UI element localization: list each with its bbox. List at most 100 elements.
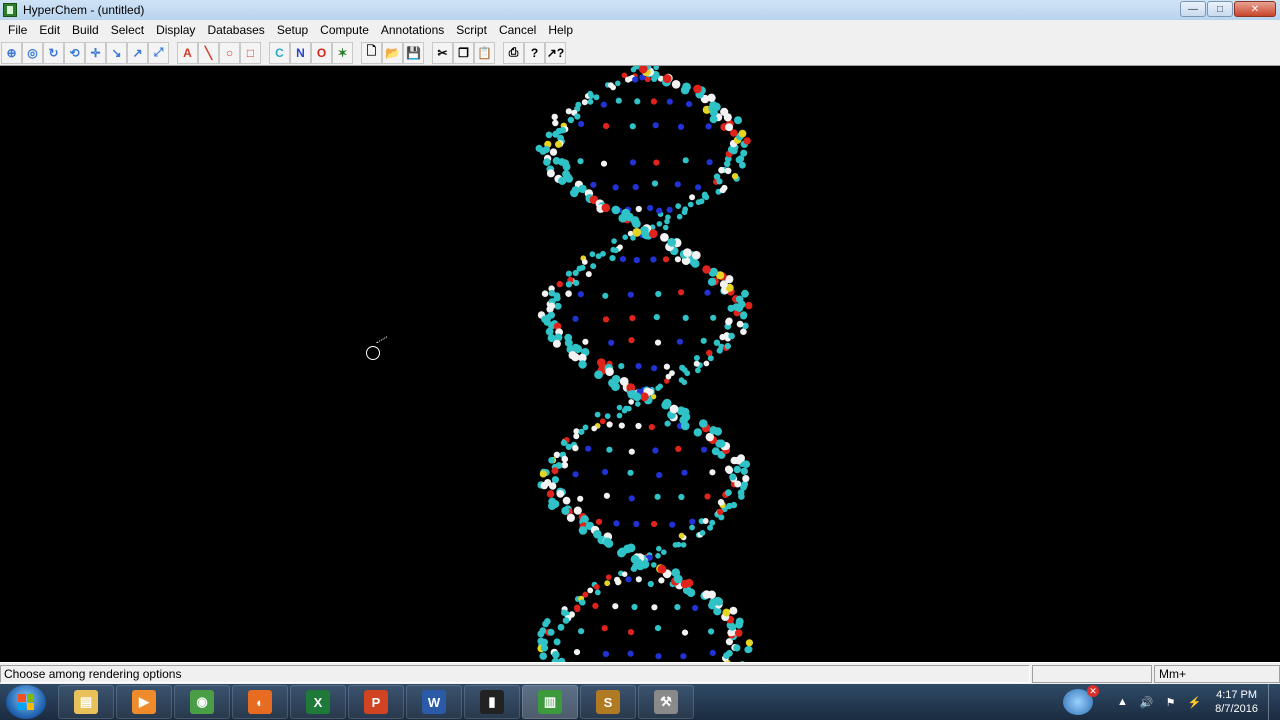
rotate-z-icon[interactable]: ⟲	[64, 41, 85, 64]
text-annotation-icon[interactable]: A	[177, 41, 198, 64]
menu-help[interactable]: Help	[542, 20, 579, 40]
atom	[635, 205, 642, 213]
atom	[627, 650, 634, 657]
atom	[728, 332, 735, 340]
menu-databases[interactable]: Databases	[201, 20, 270, 40]
cut-icon[interactable]: ✂	[432, 41, 453, 64]
print-icon[interactable]: ⎙	[503, 41, 524, 64]
close-button[interactable]: ✕	[1234, 1, 1276, 17]
new-file-icon[interactable]: 🗋	[361, 41, 382, 64]
atom	[588, 92, 594, 98]
translate-z-icon[interactable]: ↘	[106, 41, 127, 64]
taskbar-app-button[interactable]: X	[290, 685, 346, 719]
atom	[680, 542, 687, 548]
taskbar-app-button[interactable]: S	[580, 685, 636, 719]
atom	[698, 198, 705, 205]
atom	[653, 314, 660, 321]
atom	[724, 342, 731, 350]
paste-icon[interactable]: 📋	[474, 41, 495, 64]
atom	[617, 548, 626, 558]
menu-select[interactable]: Select	[105, 20, 150, 40]
rotate-xy-icon[interactable]: ↻	[43, 41, 64, 64]
atom	[601, 203, 611, 213]
show-desktop-button[interactable]	[1268, 684, 1280, 720]
menu-cancel[interactable]: Cancel	[493, 20, 542, 40]
open-file-icon[interactable]: 📂	[382, 41, 403, 64]
taskbar-app-button[interactable]: ▤	[58, 685, 114, 719]
action-center-icon[interactable]: ⚑	[1166, 696, 1176, 709]
oxygen-element-button[interactable]: O	[311, 41, 332, 64]
atom	[549, 482, 557, 490]
show-hidden-icons-icon[interactable]: ▲	[1117, 696, 1128, 708]
power-icon[interactable]: ⚡	[1187, 696, 1201, 709]
atom	[572, 269, 579, 277]
hyperchem-app-icon[interactable]	[3, 3, 17, 17]
atom	[682, 206, 689, 213]
taskbar-app-button[interactable]: ⚒	[638, 685, 694, 719]
nitrogen-element-button[interactable]: N	[290, 41, 311, 64]
atom	[552, 651, 560, 659]
copy-icon[interactable]: ❐	[453, 41, 474, 64]
ellipse-annotation-icon[interactable]: ○	[219, 41, 240, 64]
menu-edit[interactable]: Edit	[33, 20, 66, 40]
help-icon[interactable]: ?	[524, 41, 545, 64]
atom	[578, 428, 585, 435]
hyperchem-icon: ▥	[538, 690, 562, 714]
menu-compute[interactable]: Compute	[314, 20, 375, 40]
line-annotation-icon[interactable]: ╲	[198, 41, 219, 64]
taskbar-app-button[interactable]: ▮	[464, 685, 520, 719]
start-button[interactable]	[6, 685, 46, 719]
atom	[587, 98, 594, 105]
atom	[734, 629, 743, 637]
atom	[627, 469, 634, 476]
volume-icon[interactable]: 🔊	[1140, 696, 1154, 709]
menu-display[interactable]: Display	[150, 20, 201, 40]
menu-script[interactable]: Script	[450, 20, 493, 40]
context-help-icon[interactable]: ↗?	[545, 41, 566, 64]
carbon-element-button[interactable]: C	[269, 41, 290, 64]
clip-icon[interactable]: ⤢	[148, 41, 169, 64]
save-file-icon[interactable]: 💾	[403, 41, 424, 64]
atom	[602, 650, 610, 658]
menu-build[interactable]: Build	[66, 20, 105, 40]
atom	[647, 204, 654, 212]
maximize-button[interactable]: □	[1207, 1, 1233, 17]
atom	[652, 122, 659, 129]
atom	[667, 238, 677, 247]
atom	[718, 166, 725, 174]
taskbar-app-button[interactable]: ◐	[232, 685, 288, 719]
periodic-table-icon[interactable]: ✶	[332, 41, 353, 64]
network-icon[interactable]: ✕	[1063, 685, 1099, 715]
atom	[705, 123, 712, 130]
scribd-icon: S	[596, 690, 620, 714]
rectangle-annotation-icon[interactable]: □	[240, 41, 261, 64]
atom	[661, 549, 667, 555]
draw-tool-icon[interactable]: ⊕	[1, 41, 22, 64]
atom	[581, 99, 588, 106]
atom	[693, 428, 702, 437]
atom	[709, 469, 716, 476]
taskbar-app-button[interactable]: ◉	[174, 685, 230, 719]
zoom-icon[interactable]: ↗	[127, 41, 148, 64]
clock[interactable]: 4:17 PM 8/7/2016	[1215, 688, 1258, 716]
menu-file[interactable]: File	[2, 20, 33, 40]
minimize-button[interactable]: —	[1180, 1, 1206, 17]
atom	[562, 617, 570, 624]
menu-setup[interactable]: Setup	[271, 20, 314, 40]
atom	[549, 148, 558, 156]
taskbar-app-button[interactable]: ▶	[116, 685, 172, 719]
atom	[700, 337, 707, 344]
molecule-workspace[interactable]	[0, 66, 1280, 662]
atom	[599, 418, 606, 425]
atom	[610, 84, 616, 91]
menu-annotations[interactable]: Annotations	[375, 20, 450, 40]
taskbar-app-button[interactable]: P	[348, 685, 404, 719]
atom	[554, 302, 562, 310]
atom	[695, 367, 701, 374]
select-tool-icon[interactable]: ◎	[22, 41, 43, 64]
translate-xy-icon[interactable]: ✛	[85, 41, 106, 64]
title-bar[interactable]: HyperChem - (untitled) — □ ✕	[0, 0, 1280, 20]
taskbar-app-button[interactable]: W	[406, 685, 462, 719]
atom	[676, 213, 683, 220]
taskbar-app-button[interactable]: ▥	[522, 685, 578, 719]
